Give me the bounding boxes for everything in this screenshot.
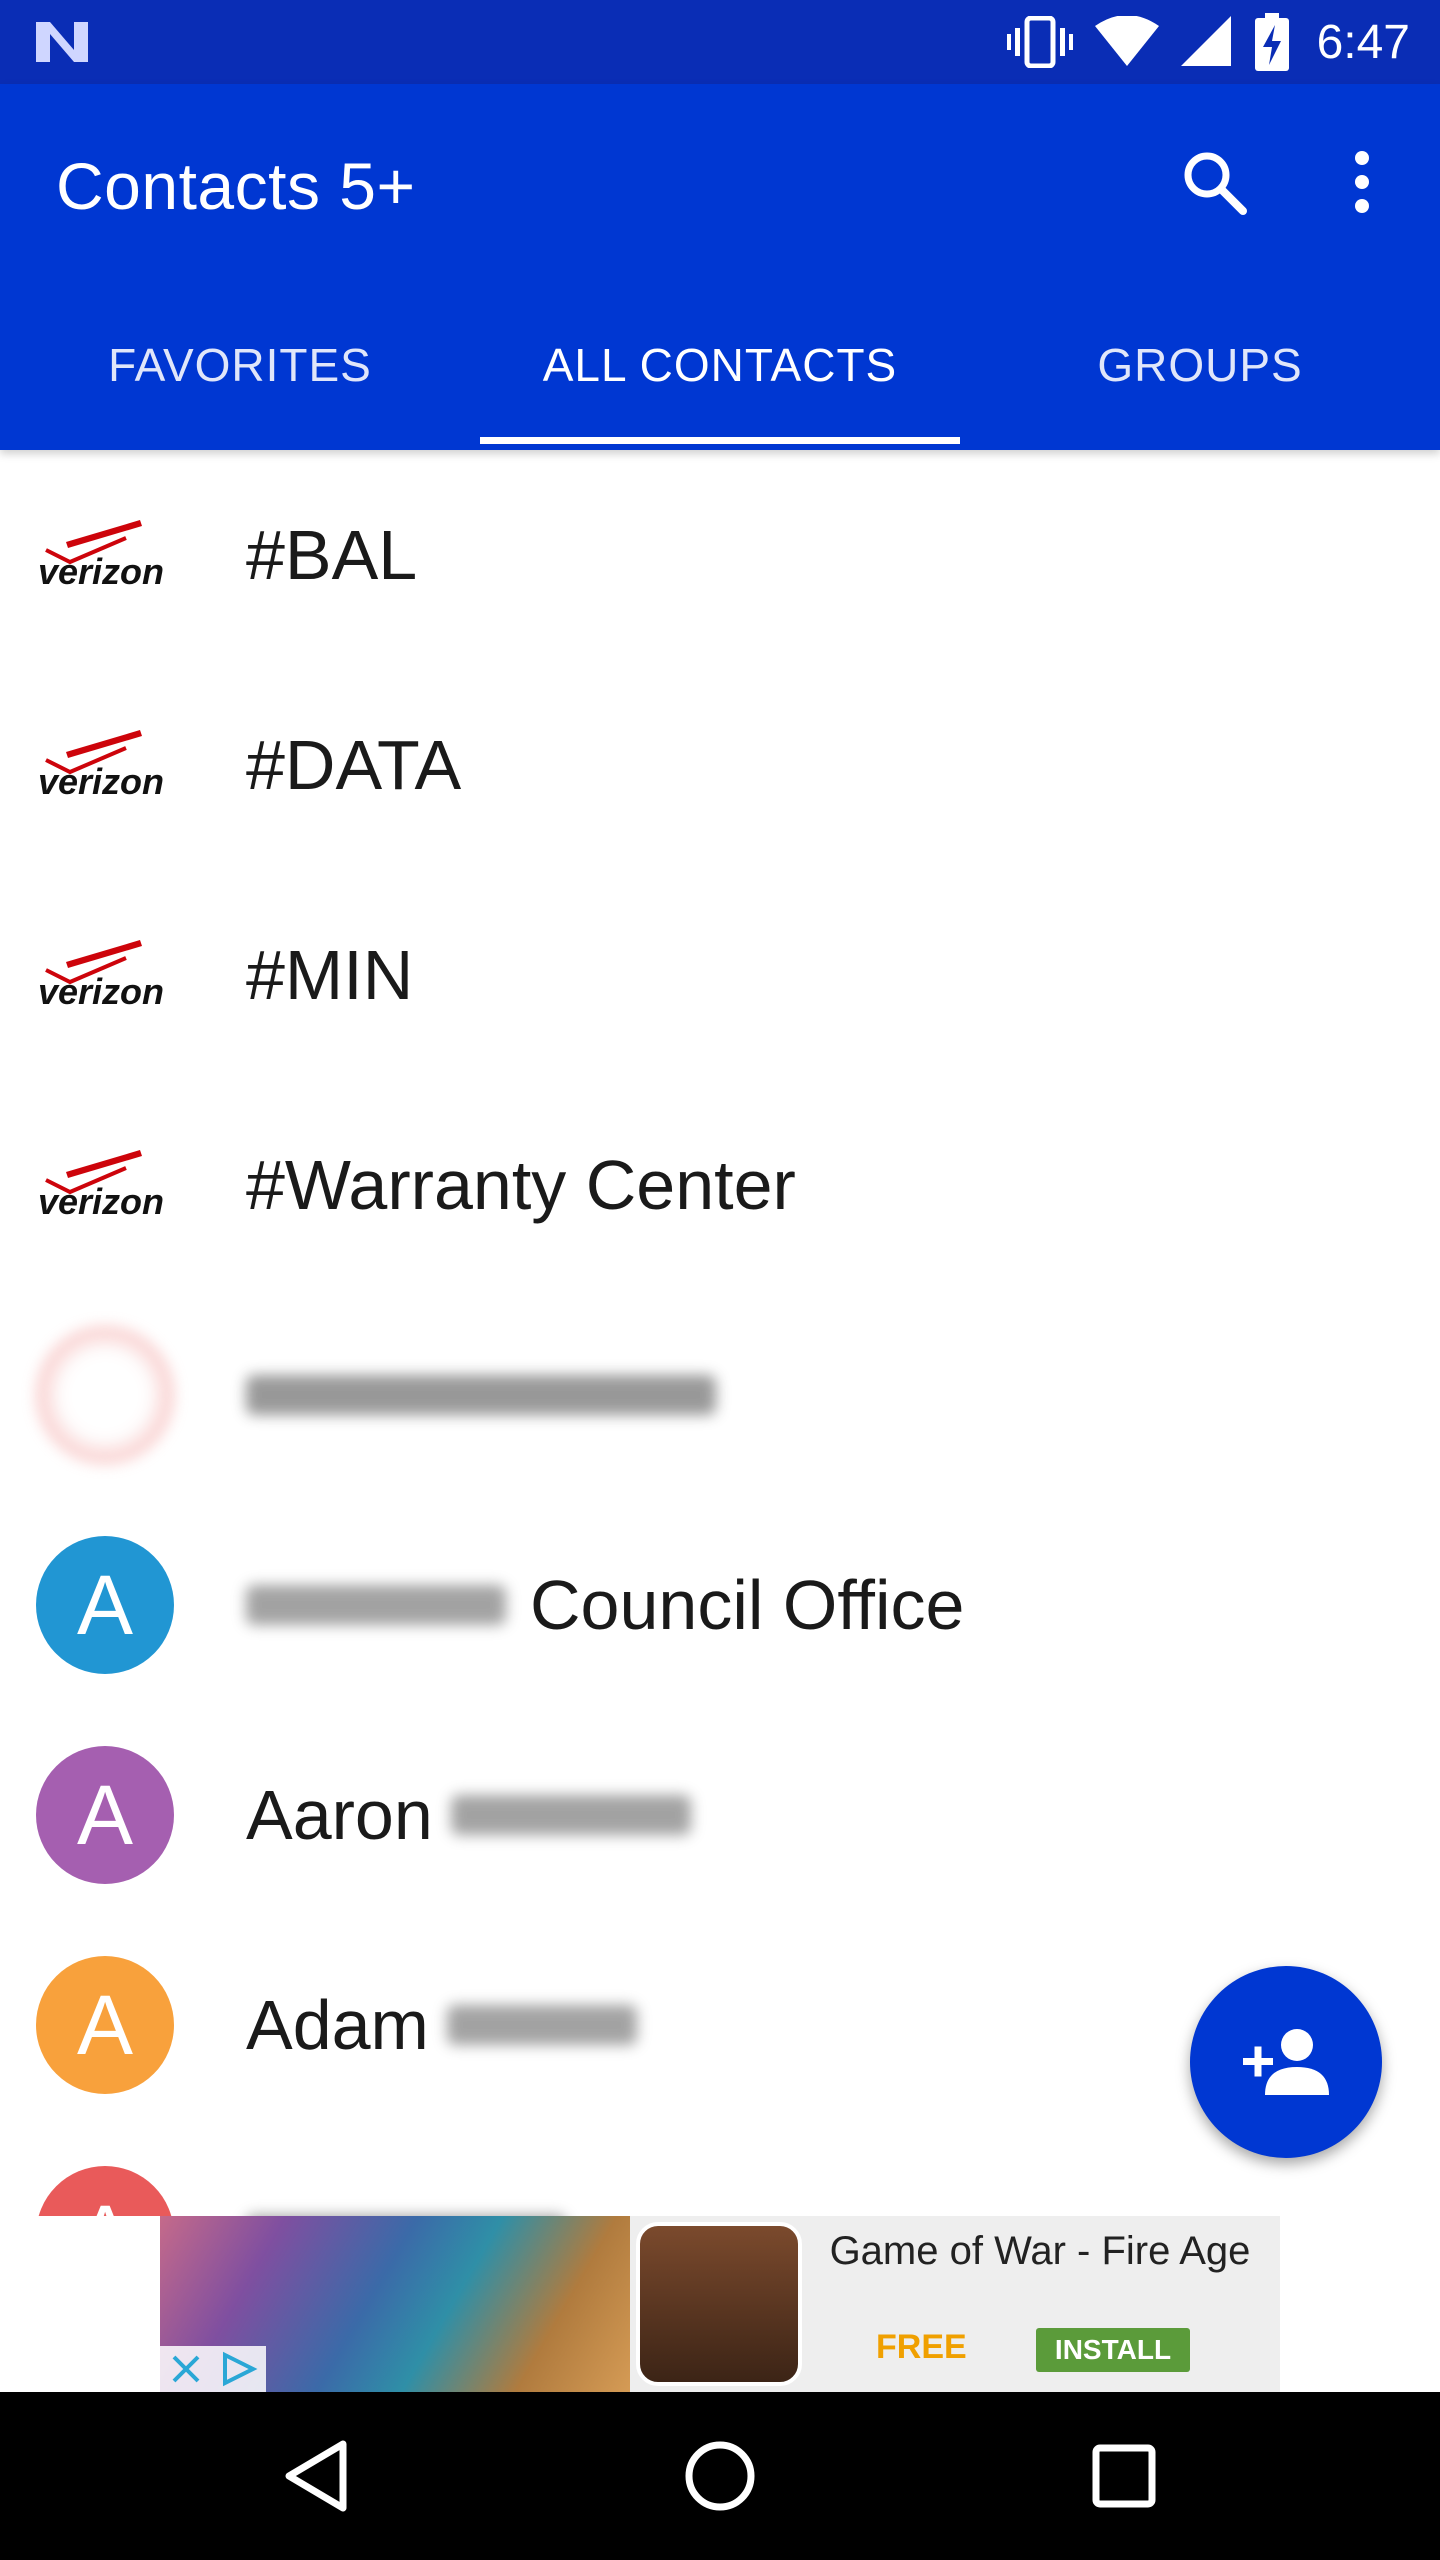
add-contact-fab[interactable]	[1190, 1966, 1382, 2158]
svg-text:verizon: verizon	[38, 551, 164, 592]
search-icon	[1184, 152, 1247, 215]
contact-name: Council Office	[246, 1500, 964, 1710]
contact-row[interactable]: verizon #BAL	[0, 450, 1440, 660]
ad-choices-icon[interactable]	[219, 2351, 259, 2387]
vibrate-icon	[1006, 16, 1073, 68]
ad-app-icon	[636, 2222, 802, 2386]
contact-list: verizon #BAL verizon #DATA verizon #MIN …	[0, 450, 1440, 2216]
close-icon[interactable]	[168, 2351, 204, 2387]
contact-name	[246, 2130, 566, 2216]
notification-n-icon	[36, 22, 88, 62]
app-title: Contacts 5+	[56, 149, 416, 223]
home-button[interactable]	[670, 2426, 770, 2526]
battery-charging-icon	[1254, 13, 1289, 71]
contact-name: Adam	[246, 1920, 637, 2130]
contact-name-redacted	[246, 1290, 716, 1500]
contact-row[interactable]: verizon #Warranty Center	[0, 1080, 1440, 1290]
avatar: A	[36, 2166, 174, 2216]
svg-text:verizon: verizon	[38, 761, 164, 802]
contact-name-text: Adam	[246, 1986, 429, 2064]
ad-install-button[interactable]: INSTALL	[1036, 2328, 1190, 2372]
contact-name: #BAL	[246, 516, 418, 594]
contact-name: Aaron	[246, 1710, 691, 1920]
add-person-icon	[1243, 2029, 1329, 2095]
tab-bar: FAVORITES ALL CONTACTS GROUPS	[0, 280, 1440, 450]
svg-text:verizon: verizon	[38, 971, 164, 1012]
verizon-logo-icon: verizon	[38, 1150, 164, 1222]
avatar	[36, 1326, 174, 1464]
contact-row[interactable]: verizon #MIN	[0, 870, 1440, 1080]
ad-title: Game of War - Fire Age	[829, 2229, 1251, 2273]
contact-row[interactable]: A	[0, 2130, 1440, 2216]
verizon-logo-icon: verizon	[38, 940, 164, 1012]
contact-name: #MIN	[246, 936, 414, 1014]
tab-all-contacts[interactable]: ALL CONTACTS	[480, 280, 960, 450]
verizon-logo-icon: verizon	[38, 520, 164, 592]
tab-groups[interactable]: GROUPS	[960, 280, 1440, 450]
contact-name-text: Council Office	[530, 1566, 965, 1644]
avatar: A	[36, 1746, 174, 1884]
signal-icon	[1180, 16, 1231, 66]
ad-choices[interactable]	[160, 2346, 266, 2392]
contact-name: #DATA	[246, 726, 462, 804]
contact-name-text: Aaron	[246, 1776, 433, 1854]
status-bar: 6:47	[0, 0, 1440, 84]
avatar: A	[36, 1956, 174, 2094]
back-icon	[285, 2440, 347, 2512]
navigation-bar	[0, 2392, 1440, 2560]
recents-icon	[1092, 2444, 1156, 2508]
home-icon	[685, 2441, 755, 2511]
contact-name: #Warranty Center	[246, 1146, 796, 1224]
contact-row[interactable]: A Aaron	[0, 1710, 1440, 1920]
verizon-logo-icon: verizon	[38, 730, 164, 802]
contact-row[interactable]: A Council Office	[0, 1500, 1440, 1710]
app-bar: Contacts 5+ FAVORITES ALL CONTACTS GROUP…	[0, 84, 1440, 450]
contact-row[interactable]: verizon #DATA	[0, 660, 1440, 870]
wifi-icon	[1094, 16, 1159, 66]
avatar: A	[36, 1536, 174, 1674]
search-button[interactable]	[1172, 140, 1256, 224]
contact-row[interactable]	[0, 1290, 1440, 1500]
status-time: 6:47	[1316, 15, 1410, 69]
more-options-button[interactable]	[1320, 140, 1404, 224]
back-button[interactable]	[266, 2426, 366, 2526]
ad-price: FREE	[876, 2328, 967, 2366]
ad-banner[interactable]: Game of War - Fire Age FREE INSTALL	[160, 2216, 1280, 2392]
more-vert-icon	[1355, 151, 1369, 213]
tab-favorites[interactable]: FAVORITES	[0, 280, 480, 450]
recents-button[interactable]	[1074, 2426, 1174, 2526]
svg-text:verizon: verizon	[38, 1181, 164, 1222]
